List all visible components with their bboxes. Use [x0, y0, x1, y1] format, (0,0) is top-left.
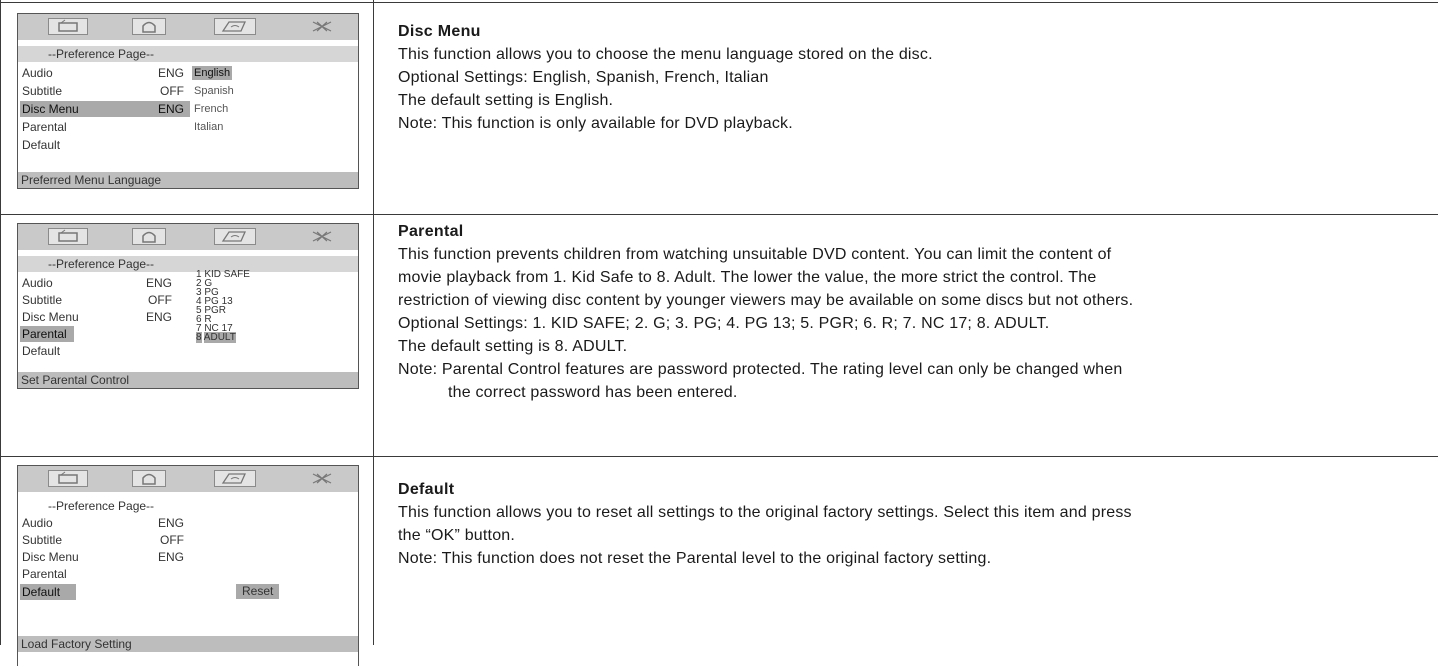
- osd-cell: --Preference Page-- Audio ENG Subtitle OFF…: [1, 215, 373, 456]
- description-line: The default setting is English.: [398, 92, 614, 109]
- osd-item-label: Disc Menu: [22, 550, 79, 564]
- osd-screen: --Preference Page-- Audio ENG Subtitle OFF…: [17, 13, 359, 189]
- osd-item-default[interactable]: Default: [20, 137, 190, 153]
- osd-item-label: Default: [22, 138, 61, 152]
- osd-icon-bar: [18, 224, 358, 250]
- description-line: movie playback from 1. Kid Safe to 8. Ad…: [398, 269, 1097, 286]
- description-line: the “OK” button.: [398, 527, 516, 544]
- osd-item-disc-menu[interactable]: Disc Menu ENG: [20, 101, 190, 117]
- osd-item-audio[interactable]: Audio ENG: [20, 65, 190, 81]
- osd-option-english[interactable]: English: [192, 66, 233, 80]
- note-line: Note: Parental Control features are pass…: [398, 361, 1123, 378]
- row-disc-menu: --Preference Page-- Audio ENG Subtitle OFF…: [0, 3, 1438, 214]
- tools-icon: [214, 18, 256, 35]
- osd-item-subtitle[interactable]: Subtitle OFF: [20, 292, 178, 308]
- osd-item-subtitle[interactable]: Subtitle OFF: [20, 532, 190, 548]
- osd-item-value: ENG: [157, 102, 184, 116]
- exit-icon: [304, 470, 340, 487]
- osd-item-value: OFF: [160, 533, 184, 547]
- speaker-icon: [48, 228, 88, 245]
- osd-page-title: --Preference Page--: [18, 46, 358, 62]
- osd-footer: Load Factory Setting: [18, 636, 358, 652]
- osd-item-value: OFF: [148, 293, 172, 307]
- description-line: restriction of viewing disc content by y…: [398, 292, 1134, 309]
- osd-screen: --Preference Page-- Audio ENG Subtitle OFF…: [17, 223, 359, 389]
- osd-item-audio[interactable]: Audio ENG: [20, 515, 190, 531]
- row-default: --Preference Page-- Audio ENG Subtitle OFF…: [0, 457, 1438, 666]
- description-line: This function prevents children from wat…: [398, 246, 1112, 263]
- osd-item-default[interactable]: Default: [20, 343, 190, 359]
- rating-adult: ADULT: [203, 332, 236, 343]
- osd-item-parental[interactable]: Parental: [20, 566, 190, 582]
- osd-icon-bar: [18, 14, 358, 40]
- osd-item-value: ENG: [145, 310, 172, 324]
- section-heading: Default: [398, 481, 455, 498]
- description-line: Optional Settings: English, Spanish, Fre…: [398, 69, 769, 86]
- osd-item-label: Parental: [22, 120, 67, 134]
- osd-item-label: Audio: [22, 66, 53, 80]
- description-line: Note: This function does not reset the P…: [398, 550, 992, 567]
- description-line: This function allows you to reset all se…: [398, 504, 1132, 521]
- lock-icon: [132, 470, 166, 487]
- osd-item-label: Disc Menu: [22, 102, 79, 116]
- osd-item-label: Default: [22, 344, 61, 358]
- note-line: the correct password has been entered.: [448, 384, 738, 401]
- reset-button[interactable]: Reset: [236, 584, 280, 599]
- osd-item-value: OFF: [160, 84, 184, 98]
- osd-footer: Set Parental Control: [18, 372, 358, 388]
- description-line: This function allows you to choose the m…: [398, 46, 933, 63]
- osd-item-label: Subtitle: [22, 84, 63, 98]
- osd-item-label: Parental: [22, 327, 67, 341]
- description-line: Note: This function is only available fo…: [398, 115, 793, 132]
- osd-option-italian[interactable]: Italian: [192, 120, 225, 134]
- osd-item-value: ENG: [157, 550, 184, 564]
- osd-item-label: Default: [22, 585, 61, 599]
- osd-item-disc-menu[interactable]: Disc Menu ENG: [20, 309, 178, 325]
- osd-footer: Preferred Menu Language: [18, 172, 358, 188]
- osd-item-default[interactable]: Default: [20, 584, 76, 600]
- osd-item-audio[interactable]: Audio ENG: [20, 275, 178, 291]
- osd-option-spanish[interactable]: Spanish: [192, 84, 236, 98]
- description-cell: Disc Menu This function allows you to ch…: [374, 3, 1438, 214]
- osd-item-label: Disc Menu: [22, 310, 79, 324]
- description-cell: Parental This function prevents children…: [374, 215, 1438, 456]
- description-line: Optional Settings: 1. KID SAFE; 2. G; 3.…: [398, 315, 1050, 332]
- osd-cell: --Preference Page-- Audio ENG Subtitle OFF…: [1, 457, 373, 666]
- osd-screen: --Preference Page-- Audio ENG Subtitle OFF…: [17, 465, 359, 666]
- osd-page-title: --Preference Page--: [18, 498, 358, 514]
- exit-icon: [304, 18, 340, 35]
- description-line: The default setting is 8. ADULT.: [398, 338, 628, 355]
- osd-item-parental[interactable]: Parental: [20, 326, 74, 342]
- rating-option-selected[interactable]: 8 ADULT: [196, 332, 250, 343]
- osd-item-label: Audio: [22, 516, 53, 530]
- osd-item-value: ENG: [145, 276, 172, 290]
- speaker-icon: [48, 18, 88, 35]
- osd-item-value: ENG: [157, 66, 184, 80]
- osd-item-parental[interactable]: Parental: [20, 119, 190, 135]
- osd-item-label: Parental: [22, 567, 67, 581]
- osd-rating-list: 1 KID SAFE 2 G 3 PG 4 PG 13 5 PGR 6 R 7 …: [196, 270, 250, 343]
- description-cell: Default This function allows you to rese…: [374, 457, 1438, 645]
- osd-cell: --Preference Page-- Audio ENG Subtitle OFF…: [1, 3, 373, 214]
- osd-icon-bar: [18, 466, 358, 492]
- exit-icon: [304, 228, 340, 245]
- lock-icon: [132, 18, 166, 35]
- osd-item-subtitle[interactable]: Subtitle OFF: [20, 83, 190, 99]
- osd-item-value: ENG: [157, 516, 184, 530]
- manual-page: --Preference Page-- Audio ENG Subtitle OFF…: [0, 0, 1438, 666]
- osd-page-title: --Preference Page--: [18, 256, 358, 272]
- osd-item-disc-menu[interactable]: Disc Menu ENG: [20, 549, 190, 565]
- speaker-icon: [48, 470, 88, 487]
- row-parental: --Preference Page-- Audio ENG Subtitle OFF…: [0, 215, 1438, 456]
- osd-item-label: Subtitle: [22, 533, 63, 547]
- osd-item-label: Subtitle: [22, 293, 63, 307]
- lock-icon: [132, 228, 166, 245]
- tools-icon: [214, 228, 256, 245]
- osd-option-french[interactable]: French: [192, 102, 230, 116]
- section-heading: Disc Menu: [398, 23, 481, 40]
- rating-number: 8: [196, 332, 202, 343]
- osd-item-label: Audio: [22, 276, 53, 290]
- tools-icon: [214, 470, 256, 487]
- section-heading: Parental: [398, 223, 464, 240]
